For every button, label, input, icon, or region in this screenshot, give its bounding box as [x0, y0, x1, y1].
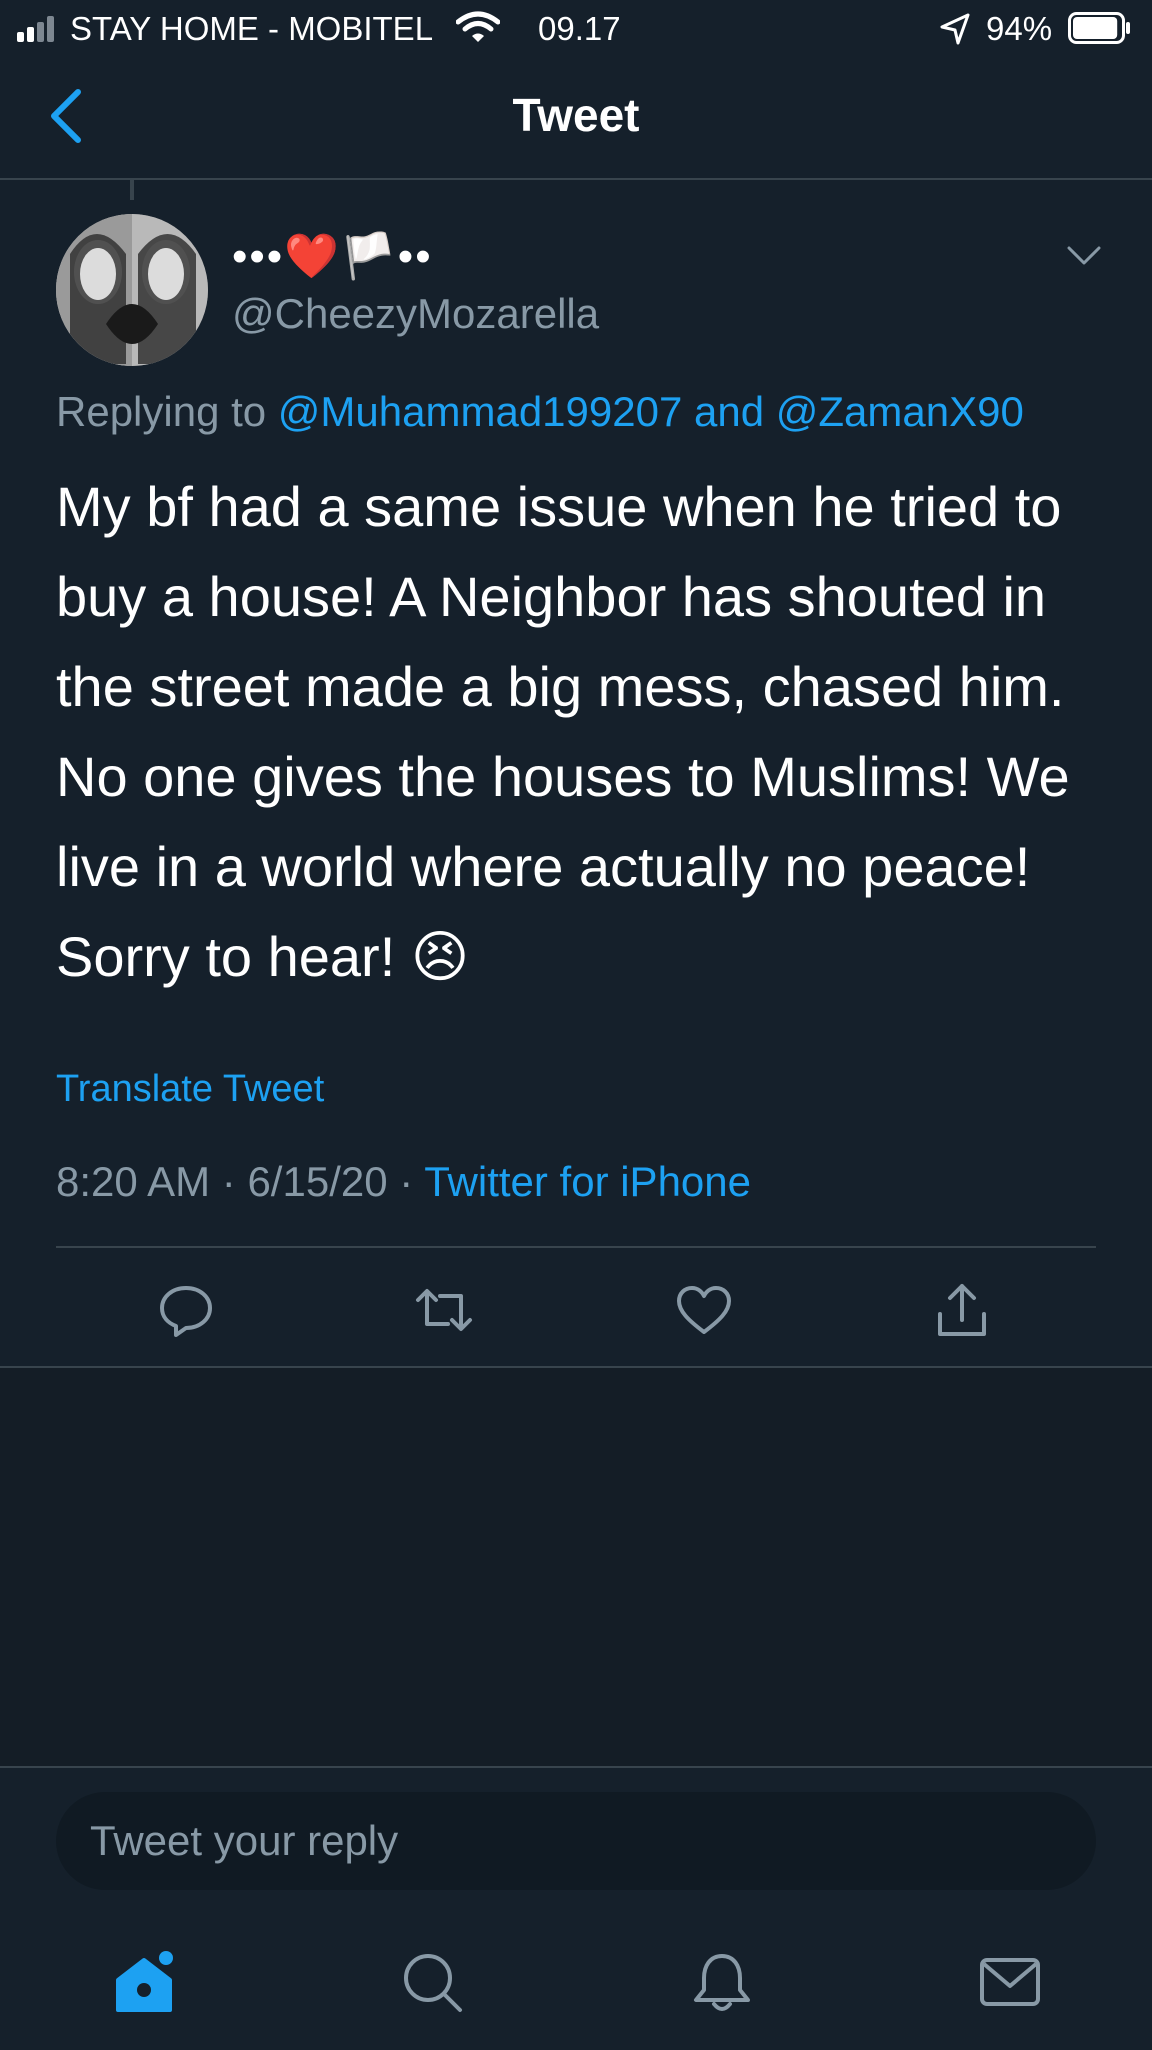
- replying-and: and: [694, 388, 765, 435]
- battery-icon: [1068, 12, 1130, 44]
- chevron-down-icon[interactable]: [1066, 244, 1102, 268]
- user-handle[interactable]: @CheezyMozarella: [232, 290, 599, 338]
- reply-input[interactable]: [56, 1792, 1096, 1890]
- status-bar: STAY HOME - MOBITEL 09.17 94%: [0, 0, 1152, 58]
- display-name[interactable]: •••❤️🏳️••: [232, 230, 433, 282]
- location-arrow-icon: [940, 13, 970, 45]
- tweet-meta: 8:20 AM · 6/15/20 · Twitter for iPhone: [56, 1158, 751, 1206]
- meta-separator: ·: [221, 1158, 236, 1205]
- home-icon[interactable]: [112, 1950, 176, 2014]
- avatar[interactable]: [56, 214, 208, 366]
- messages-icon[interactable]: [978, 1950, 1042, 2014]
- mention-link-2[interactable]: @ZamanX90: [776, 388, 1024, 435]
- mention-link-1[interactable]: @Muhammad199207: [278, 388, 683, 435]
- carrier-name: STAY HOME - MOBITEL: [70, 10, 434, 47]
- page-title: Tweet: [512, 89, 640, 141]
- status-time: 09.17: [538, 10, 621, 47]
- tweet-date: 6/15/20: [247, 1158, 388, 1205]
- translate-tweet-link[interactable]: Translate Tweet: [56, 1068, 324, 1111]
- reply-icon[interactable]: [156, 1280, 216, 1340]
- share-icon[interactable]: [932, 1280, 992, 1340]
- replying-prefix: Replying to: [56, 388, 267, 435]
- cellular-signal-icon: [17, 14, 61, 42]
- like-icon[interactable]: [674, 1280, 734, 1340]
- tweet-time: 8:20 AM: [56, 1158, 211, 1205]
- search-icon[interactable]: [400, 1950, 464, 2014]
- battery-percent: 94%: [986, 10, 1053, 47]
- tweet-source-link[interactable]: Twitter for iPhone: [424, 1158, 751, 1205]
- thread-connector: [130, 180, 134, 200]
- retweet-icon[interactable]: [414, 1280, 474, 1340]
- wifi-icon: [456, 11, 500, 42]
- divider: [56, 1246, 1096, 1248]
- replying-to-line: Replying to @Muhammad199207 and @ZamanX9…: [56, 388, 1024, 436]
- bottom-bar: [0, 1766, 1152, 2050]
- notifications-icon[interactable]: [690, 1950, 754, 2014]
- nav-header: Tweet: [0, 58, 1152, 180]
- meta-separator: ·: [399, 1158, 414, 1205]
- tweet-card: •••❤️🏳️•• @CheezyMozarella Replying to @…: [0, 180, 1152, 1368]
- tweet-text: My bf had a same issue when he tried to …: [56, 475, 1070, 988]
